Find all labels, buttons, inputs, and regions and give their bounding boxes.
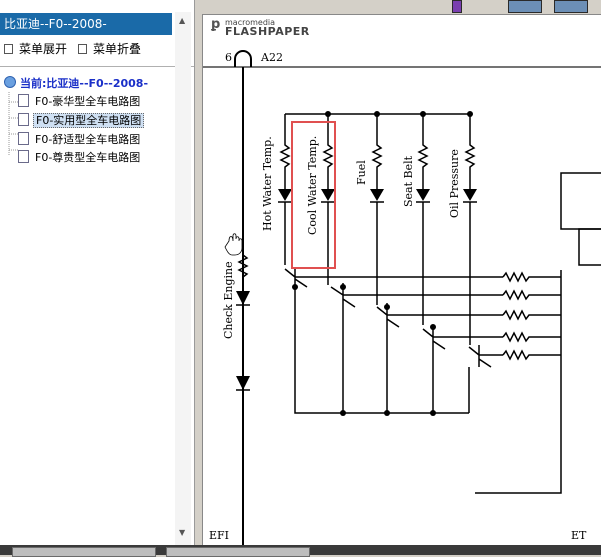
label-seat-belt: Seat Belt [402, 155, 415, 207]
tree-item-label: F0-实用型全车电路图 [33, 113, 145, 128]
connector-number: 6 [225, 51, 232, 64]
scroll-down-icon[interactable]: ▼ [179, 528, 185, 537]
toolbar-marker-icon [452, 0, 462, 13]
viewer-area: ꝑ macromedia FLASHPAPER Hot Water Temp. … [196, 0, 601, 546]
label-efi: EFI [209, 529, 229, 542]
document-icon [18, 150, 29, 163]
collapse-menu-button[interactable]: 菜单折叠 [78, 40, 141, 58]
document-icon [18, 94, 29, 107]
tree-item-premium[interactable]: F0-尊贵型全车电路图 [18, 150, 142, 166]
tree-item-comfort[interactable]: F0-舒适型全车电路图 [18, 132, 142, 148]
status-bar [0, 545, 601, 557]
expand-icon [4, 44, 13, 54]
highlight-box [291, 121, 336, 269]
panel-title: 比亚迪--F0--2008- [0, 13, 172, 35]
divider [0, 66, 194, 67]
navigation-panel: 比亚迪--F0--2008- 菜单展开 菜单折叠 当前:比亚迪--F0--200… [0, 0, 195, 545]
label-et: ET [571, 529, 587, 542]
document-icon [18, 113, 29, 126]
tree-root[interactable]: 当前:比亚迪--F0--2008- [4, 76, 148, 92]
left-scrollbar[interactable]: ▲ ▼ [175, 12, 191, 545]
hand-cursor-icon [224, 233, 243, 256]
collapse-menu-label: 菜单折叠 [93, 42, 142, 56]
tree-item-practical[interactable]: F0-实用型全车电路图 [18, 113, 145, 129]
expand-menu-button[interactable]: 菜单展开 [4, 40, 67, 58]
label-hot-water-temp: Hot Water Temp. [261, 136, 274, 231]
bottom-tab-right[interactable] [166, 547, 310, 557]
two-page-view-button[interactable] [554, 0, 588, 13]
collapse-icon [78, 44, 87, 54]
page-view-button[interactable] [508, 0, 542, 13]
bottom-tab-left[interactable] [12, 547, 156, 557]
document-page[interactable]: ꝑ macromedia FLASHPAPER Hot Water Temp. … [202, 14, 601, 546]
tree-item-label: F0-舒适型全车电路图 [35, 133, 141, 146]
viewer-toolbar [196, 0, 601, 13]
connector-label: A22 [260, 51, 283, 64]
menu-toolbar: 菜单展开 菜单折叠 [0, 38, 194, 60]
label-fuel: Fuel [355, 160, 368, 185]
expand-menu-label: 菜单展开 [19, 42, 68, 56]
scroll-up-icon[interactable]: ▲ [179, 16, 185, 25]
wiring-diagram: Hot Water Temp. Cool Water Temp. Fuel Se… [203, 50, 601, 546]
tree-item-luxury[interactable]: F0-豪华型全车电路图 [18, 94, 142, 110]
tree-item-label: F0-豪华型全车电路图 [35, 95, 141, 108]
label-oil-pressure: Oil Pressure [448, 149, 461, 218]
tree-root-label: 当前:比亚迪--F0--2008- [20, 77, 149, 90]
label-check-engine: Check Engine [222, 261, 235, 339]
document-icon [18, 132, 29, 145]
globe-icon [4, 76, 16, 88]
tree-item-label: F0-尊贵型全车电路图 [35, 151, 141, 164]
